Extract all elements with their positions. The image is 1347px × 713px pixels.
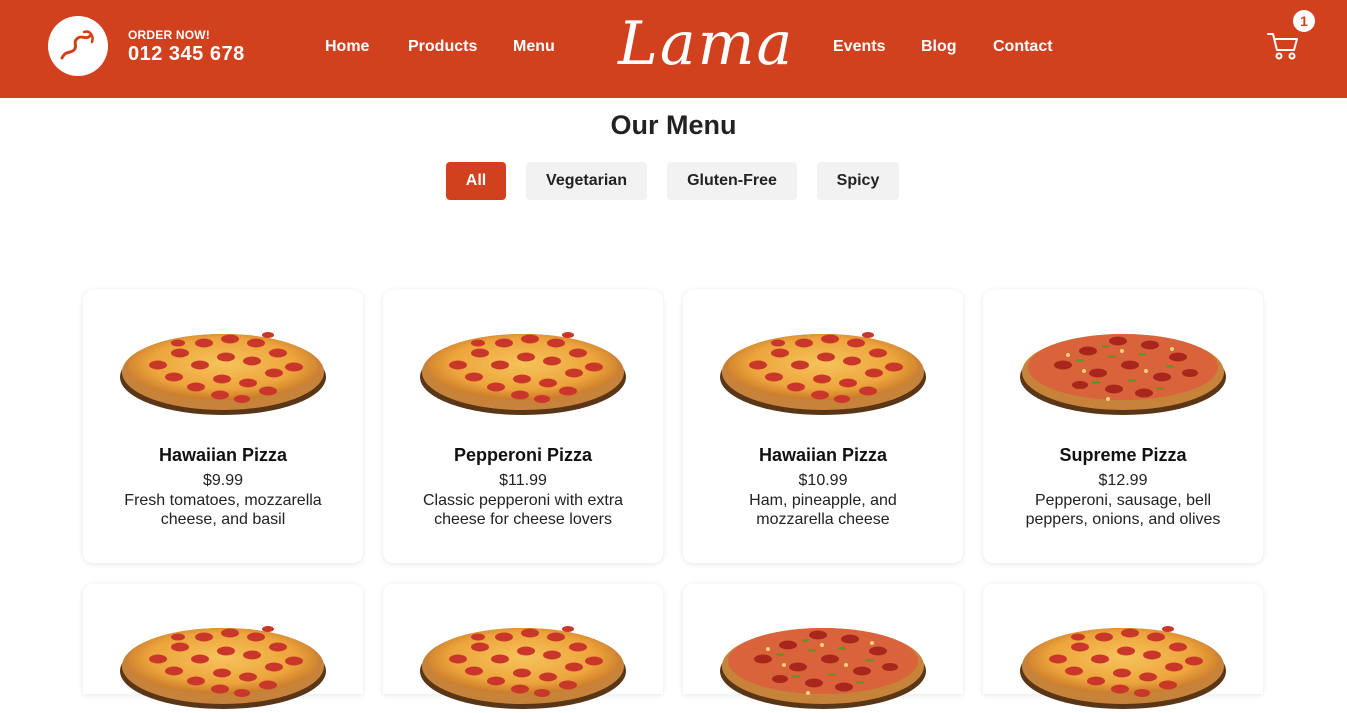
- product-card[interactable]: [83, 584, 363, 709]
- cart-icon[interactable]: [1266, 30, 1300, 62]
- product-description: Fresh tomatoes, mozzarella cheese, and b…: [124, 492, 322, 528]
- product-card[interactable]: [683, 584, 963, 709]
- product-card[interactable]: Pepperoni Pizza $11.99 Classic pepperoni…: [383, 290, 663, 563]
- phone-icon[interactable]: [48, 16, 108, 76]
- filter-all-button[interactable]: All: [446, 162, 506, 200]
- product-price: $10.99: [798, 472, 848, 489]
- filter-vegetarian-button[interactable]: Vegetarian: [526, 162, 647, 200]
- pepperoni-pizza-image: [1020, 626, 1226, 709]
- product-description: Ham, pineapple, and mozzarella cheese: [749, 492, 897, 528]
- product-name: Pepperoni Pizza: [453, 445, 593, 465]
- pepperoni-pizza-image: [420, 626, 626, 709]
- supreme-pizza-image: [720, 628, 926, 709]
- product-price: $11.99: [499, 472, 547, 489]
- order-now-label: ORDER NOW!: [128, 28, 210, 42]
- page-title: Our Menu: [610, 110, 737, 140]
- product-name: Hawaiian Pizza: [158, 445, 288, 465]
- product-card[interactable]: Hawaiian Pizza $9.99 Fresh tomatoes, moz…: [83, 290, 363, 563]
- nav-blog[interactable]: Blog: [921, 38, 957, 56]
- product-name: Supreme Pizza: [1059, 445, 1187, 465]
- product-name: Hawaiian Pizza: [758, 445, 888, 465]
- pepperoni-pizza-image: [120, 626, 326, 709]
- order-phone-number[interactable]: 012 345 678: [128, 43, 245, 66]
- product-card[interactable]: Supreme Pizza $12.99 Pepperoni, sausage,…: [983, 290, 1263, 563]
- supreme-pizza-image: [1020, 334, 1226, 415]
- nav-menu[interactable]: Menu: [513, 38, 555, 56]
- product-price: $12.99: [1098, 472, 1148, 489]
- cart-count-badge: 1: [1293, 10, 1315, 32]
- product-price: $9.99: [202, 472, 244, 489]
- pepperoni-pizza-image: [120, 332, 326, 415]
- product-card[interactable]: [983, 584, 1263, 709]
- product-card[interactable]: Hawaiian Pizza $10.99 Ham, pineapple, an…: [683, 290, 963, 563]
- nav-events[interactable]: Events: [833, 38, 885, 56]
- product-description: Classic pepperoni with extra cheese for …: [422, 492, 624, 528]
- pepperoni-pizza-image: [420, 332, 626, 415]
- filter-gluten-free-button[interactable]: Gluten-Free: [667, 162, 797, 200]
- product-description: Pepperoni, sausage, bell peppers, onions…: [1025, 492, 1221, 528]
- product-card[interactable]: [383, 584, 663, 709]
- site-header: ORDER NOW! 012 345 678 Home Products Men…: [0, 0, 1347, 98]
- filter-spicy-button[interactable]: Spicy: [817, 162, 899, 200]
- nav-contact[interactable]: Contact: [993, 38, 1053, 56]
- nav-home[interactable]: Home: [325, 38, 369, 56]
- site-logo[interactable]: Lama: [618, 2, 792, 86]
- nav-products[interactable]: Products: [408, 38, 477, 56]
- pepperoni-pizza-image: [720, 332, 926, 415]
